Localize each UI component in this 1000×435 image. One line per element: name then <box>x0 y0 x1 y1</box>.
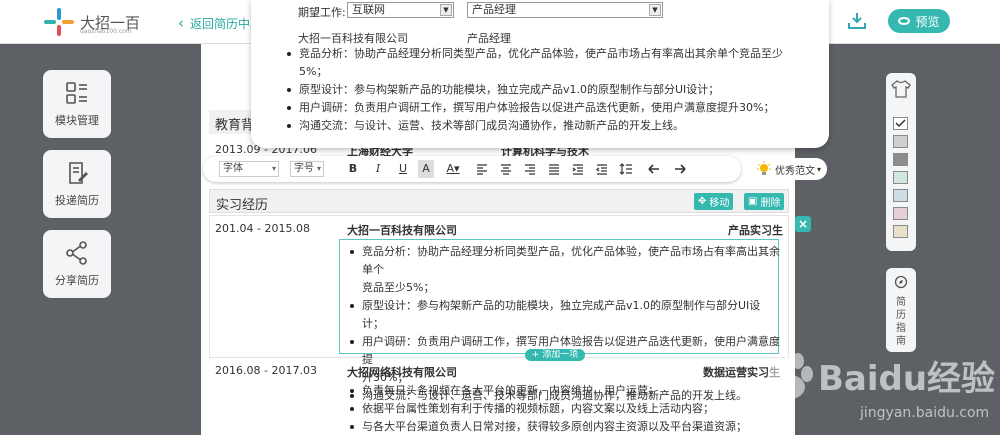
color-swatch-beige[interactable] <box>893 225 908 238</box>
popup-company: 大招一百科技有限公司 <box>298 32 408 45</box>
compass-icon <box>894 275 908 289</box>
italic-icon[interactable]: I <box>370 160 386 178</box>
list-item: 负责每日头条视频在各大平台的更新，内容维护，用户运营； <box>348 382 780 400</box>
list-item: 原型设计：参与构架新产品的功能模块，独立完成产品v1.0的原型制作与部分UI设计… <box>348 297 780 333</box>
download-icon[interactable] <box>846 10 868 32</box>
align-center-icon[interactable] <box>498 160 514 178</box>
undo-icon[interactable] <box>646 160 662 178</box>
align-right-icon[interactable] <box>522 160 538 178</box>
watermark-url: jingyan.baidu.com <box>860 405 990 421</box>
position-value: 产品经理 <box>472 3 516 16</box>
trash-icon: ▣ <box>748 196 758 207</box>
example-tips-label: 优秀范文 <box>775 165 815 177</box>
popup-bullet-list: 竞品分析：协助产品经理分析同类型产品，优化产品体验，使产品市场占有率高出其余单个… <box>285 45 785 135</box>
chevron-down-icon: ▾ <box>817 164 822 174</box>
move-button[interactable]: ✥ 移动 <box>694 193 734 210</box>
share-icon <box>66 241 87 265</box>
preview-button[interactable]: 预览 <box>888 9 950 33</box>
list-item: 沟通交流：与设计、运营、技术等部门成员沟通协作，推动新产品的开发上线。 <box>285 117 785 135</box>
logo[interactable]: 大招一百 daozhao100.com <box>44 8 140 36</box>
color-swatch-pink[interactable] <box>893 207 908 220</box>
color-swatch-mint[interactable] <box>893 171 908 184</box>
color-swatch-gray[interactable] <box>893 153 908 166</box>
list-item-continuation: 5%； <box>299 65 328 78</box>
logo-mark-icon <box>44 8 74 36</box>
popup-position: 产品经理 <box>467 32 511 45</box>
size-select-label: 字号 <box>294 163 314 174</box>
position-select[interactable]: 产品经理 ▼ <box>467 2 663 18</box>
bold-icon[interactable]: B <box>345 160 361 178</box>
logo-sub: daozhao100.com <box>80 28 132 35</box>
job-date: 2016.08 - 2017.03 <box>215 364 317 377</box>
resume-guide-label: 简历指南 <box>896 297 906 347</box>
expected-job-label: 期望工作: <box>298 6 346 19</box>
check-icon <box>895 119 906 128</box>
color-swatch-white[interactable] <box>893 117 908 130</box>
highlight-icon[interactable]: A <box>418 160 434 178</box>
job-date: 201.04 - 2015.08 <box>215 222 310 235</box>
font-select-label: 字体 <box>223 163 243 174</box>
align-left-icon[interactable] <box>474 160 490 178</box>
theme-panel <box>886 73 916 251</box>
preview-label: 预览 <box>915 14 940 29</box>
dropdown-arrow-icon: ▼ <box>649 4 661 16</box>
list-item: 竞品分析：协助产品经理分析同类型产品，优化产品体验，使产品市场占有率高出其余单个 <box>348 243 780 279</box>
shirt-icon[interactable] <box>891 80 911 98</box>
color-swatch-lightgray[interactable] <box>893 135 908 148</box>
add-item-button[interactable]: + 添加一项 <box>525 349 585 361</box>
underline-icon[interactable]: U <box>395 160 411 178</box>
rich-text-toolbar: 字体 字号 B I U A A▾ <box>203 156 741 182</box>
delete-button[interactable]: ▣ 删除 <box>744 193 785 210</box>
redo-icon[interactable] <box>672 160 688 178</box>
move-icon: ✥ <box>698 196 707 207</box>
deliver-resume-button[interactable]: 投递简历 <box>43 150 111 218</box>
list-item: 与各大平台渠道负责人日常对接，获得较多原创内容主资源以及平台渠道资源； <box>348 418 780 435</box>
module-grid-icon <box>66 82 87 104</box>
move-label: 移动 <box>709 198 730 209</box>
expected-job-popup: 期望工作: 互联网 ▼ 产品经理 ▼ 大招一百科技有限公司 产品经理 竞品分析：… <box>251 0 829 148</box>
align-justify-icon[interactable] <box>546 160 562 178</box>
baidu-paw-icon <box>768 353 813 399</box>
module-manage-label: 模块管理 <box>55 114 99 127</box>
line-height-icon[interactable] <box>618 160 634 178</box>
delete-label: 删除 <box>760 198 781 209</box>
indent-increase-icon[interactable] <box>570 160 586 178</box>
job-1-bullet-list: 竞品分析：协助产品经理分析同类型产品，优化产品体验，使产品市场占有率高出其余单个… <box>348 243 780 405</box>
internship-title: 实习经历 <box>216 198 269 213</box>
module-manage-button[interactable]: 模块管理 <box>43 70 111 138</box>
example-tips-button[interactable]: 优秀范文 ▾ <box>751 158 827 180</box>
industry-value: 互联网 <box>352 3 385 16</box>
font-size-select[interactable]: 字号 <box>290 161 324 177</box>
font-color-icon[interactable]: A▾ <box>442 160 464 178</box>
job-row-1: 201.04 - 2015.08 大招一百科技有限公司 产品实习生 <box>209 222 789 237</box>
dropdown-arrow-icon: ▼ <box>440 4 452 16</box>
list-item: 原型设计：参与构架新产品的功能模块，独立完成产品v1.0的原型制作与部分UI设计… <box>285 81 785 99</box>
job-2-bullet-list: 负责每日头条视频在各大平台的更新，内容维护，用户运营； 依据平台属性策划有利于传… <box>348 382 780 435</box>
chevron-left-icon: ‹ <box>178 14 184 32</box>
job-company: 大招网络科技有限公司 <box>347 366 457 379</box>
close-icon[interactable]: × <box>795 216 811 232</box>
industry-select[interactable]: 互联网 ▼ <box>347 2 454 18</box>
share-resume-label: 分享简历 <box>55 274 99 287</box>
lightbulb-icon <box>757 161 771 175</box>
eye-icon <box>898 17 911 25</box>
list-item: 用户调研：负责用户调研工作，撰写用户体验报告以促进产品迭代更新，使用户满意度提升… <box>285 99 785 117</box>
font-family-select[interactable]: 字体 <box>219 161 279 177</box>
document-edit-icon <box>69 162 88 184</box>
job-role: 产品实习生 <box>728 224 783 237</box>
indent-decrease-icon[interactable] <box>594 160 610 178</box>
resume-guide-button[interactable]: 简历指南 <box>886 268 916 352</box>
share-resume-button[interactable]: 分享简历 <box>43 230 111 298</box>
deliver-resume-label: 投递简历 <box>55 194 99 207</box>
back-to-resume-center-link[interactable]: ‹ 返回简历中心 <box>178 14 262 32</box>
list-item-continuation: 竞品至少5%； <box>362 281 435 294</box>
baidu-watermark: Baidu经验 jingyan.baidu.com <box>760 345 1000 435</box>
list-item: 依据平台属性策划有利于传播的视频标题，内容文案以及线上活动内容； <box>348 400 780 418</box>
watermark-brand: Baidu经验 <box>818 359 996 399</box>
job-row-2: 2016.08 - 2017.03 大招网络科技有限公司 数据运营实习生 <box>209 364 789 379</box>
job-company: 大招一百科技有限公司 <box>347 224 457 237</box>
color-swatch-blue[interactable] <box>893 189 908 202</box>
list-item: 竞品分析：协助产品经理分析同类型产品，优化产品体验，使产品市场占有率高出其余单个… <box>285 45 785 63</box>
